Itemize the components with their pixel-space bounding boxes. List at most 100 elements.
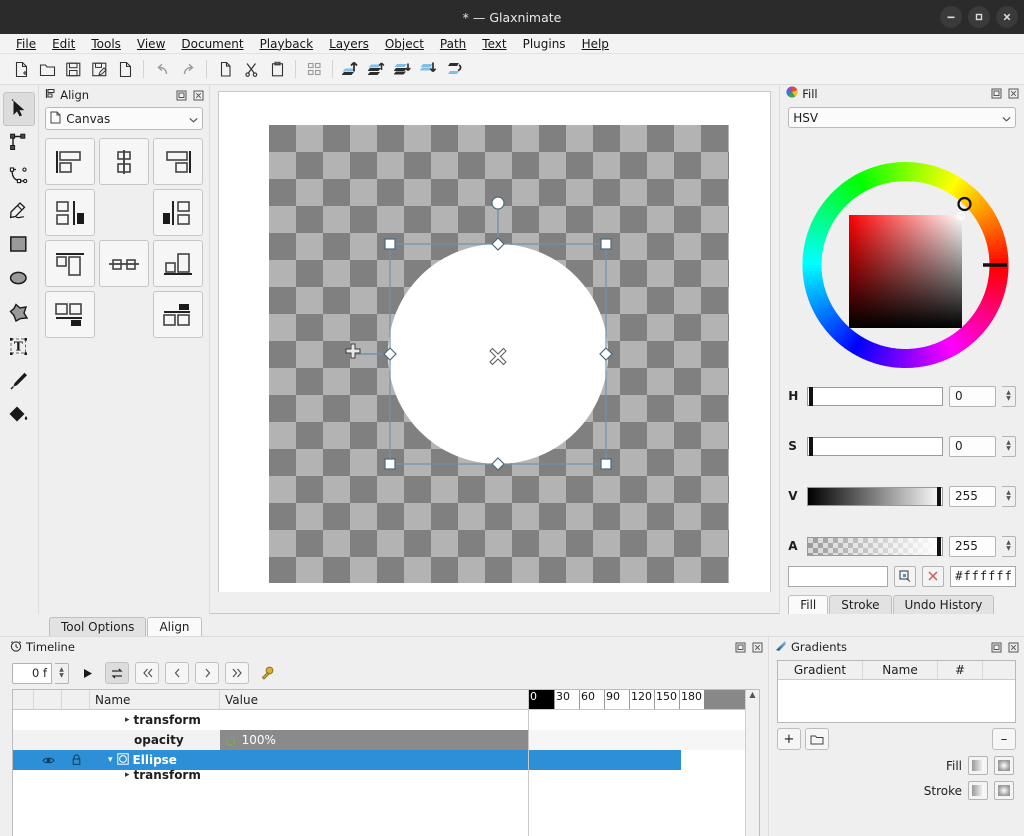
close-panel-icon[interactable] bbox=[1007, 87, 1020, 100]
value-value-field[interactable]: 255 bbox=[949, 485, 996, 507]
alpha-value-field[interactable]: 255 bbox=[949, 535, 996, 557]
close-panel-icon[interactable] bbox=[1007, 641, 1020, 654]
align-left-edges-button[interactable] bbox=[45, 138, 96, 185]
table-row[interactable]: ▸ transform bbox=[13, 770, 528, 780]
copy-icon[interactable] bbox=[212, 57, 238, 81]
previous-frame-button[interactable] bbox=[165, 662, 189, 684]
menu-file[interactable]: File bbox=[8, 35, 44, 53]
align-right-edges-button[interactable] bbox=[153, 138, 204, 185]
saturation-slider-knob[interactable] bbox=[809, 436, 814, 456]
value-slider-knob[interactable] bbox=[937, 486, 941, 506]
paste-icon[interactable] bbox=[264, 57, 290, 81]
select-tool[interactable] bbox=[3, 92, 36, 126]
float-panel-icon[interactable] bbox=[990, 87, 1003, 100]
minimize-button[interactable] bbox=[940, 6, 962, 28]
table-row[interactable]: opacity ○ 100% bbox=[13, 730, 528, 750]
edit-nodes-tool[interactable] bbox=[3, 126, 35, 160]
table-row[interactable]: ▾ Ellipse bbox=[13, 750, 528, 770]
add-keyframe-button[interactable] bbox=[255, 662, 279, 684]
linear-gradient-fill-button[interactable] bbox=[968, 756, 988, 775]
distribute-right-button[interactable] bbox=[153, 189, 204, 236]
align-horizontal-centers-button[interactable] bbox=[99, 138, 150, 185]
open-folder-icon[interactable] bbox=[34, 57, 60, 81]
align-top-edges-button[interactable] bbox=[45, 240, 96, 287]
track-row-transform[interactable] bbox=[529, 710, 745, 730]
distribute-bottom-button[interactable] bbox=[153, 291, 204, 338]
menu-layers[interactable]: Layers bbox=[321, 35, 377, 53]
hex-color-field[interactable]: #ffffff bbox=[950, 565, 1016, 587]
menu-edit[interactable]: Edit bbox=[44, 35, 83, 53]
close-panel-icon[interactable] bbox=[192, 89, 205, 102]
remove-gradient-button[interactable]: – bbox=[992, 728, 1016, 750]
align-vertical-centers-button[interactable] bbox=[99, 240, 150, 287]
hue-slider-track[interactable] bbox=[807, 386, 943, 406]
current-frame-stepper[interactable]: ▲ ▼ bbox=[55, 662, 69, 684]
hue-slider-knob[interactable] bbox=[809, 386, 814, 406]
alpha-slider-track[interactable] bbox=[807, 536, 943, 556]
menu-playback[interactable]: Playback bbox=[252, 35, 322, 53]
visibility-toggle-icon[interactable] bbox=[34, 755, 62, 766]
play-button[interactable] bbox=[75, 662, 99, 684]
new-file-icon[interactable] bbox=[8, 57, 34, 81]
tab-stroke[interactable]: Stroke bbox=[829, 595, 892, 614]
menu-help[interactable]: Help bbox=[574, 35, 617, 53]
float-panel-icon[interactable] bbox=[734, 641, 747, 654]
current-color-swatch[interactable] bbox=[788, 565, 889, 587]
ellipse-tool[interactable] bbox=[3, 262, 35, 296]
color-mode-combo[interactable]: HSV bbox=[788, 107, 1016, 129]
track-row-ellipse[interactable] bbox=[529, 750, 681, 770]
saturation-slider-track[interactable] bbox=[807, 436, 943, 456]
expand-arrow-icon[interactable]: ▸ bbox=[125, 770, 130, 780]
rectangle-tool[interactable] bbox=[3, 228, 35, 262]
align-relative-to-combo[interactable]: Canvas bbox=[45, 107, 204, 130]
fill-tool[interactable] bbox=[3, 398, 35, 432]
export-icon[interactable] bbox=[112, 57, 138, 81]
float-panel-icon[interactable] bbox=[990, 641, 1003, 654]
table-row[interactable]: ▸ transform bbox=[13, 710, 528, 730]
linear-gradient-stroke-button[interactable] bbox=[968, 781, 988, 800]
draw-freehand-tool[interactable] bbox=[3, 194, 35, 228]
close-panel-icon[interactable] bbox=[751, 641, 764, 654]
timeline-scrollbar[interactable]: ▲ ▼ bbox=[745, 690, 759, 836]
value-stepper[interactable]: ▲ ▼ bbox=[1002, 485, 1016, 507]
menu-view[interactable]: View bbox=[129, 35, 173, 53]
timeline-track-area[interactable]: 0 30 60 90 120 150 180 bbox=[529, 690, 745, 836]
saturation-stepper[interactable]: ▲ ▼ bbox=[1002, 435, 1016, 457]
tab-fill[interactable]: Fill bbox=[788, 595, 829, 614]
lower-icon[interactable] bbox=[390, 57, 416, 81]
timeline-ruler[interactable]: 0 30 60 90 120 150 180 bbox=[529, 690, 745, 710]
text-tool[interactable]: T bbox=[3, 330, 35, 364]
menu-document[interactable]: Document bbox=[173, 35, 251, 53]
save-as-icon[interactable] bbox=[86, 57, 112, 81]
group-icon[interactable] bbox=[442, 57, 468, 81]
track-row-opacity[interactable] bbox=[529, 730, 745, 750]
cut-icon[interactable] bbox=[238, 57, 264, 81]
align-bottom-edges-button[interactable] bbox=[153, 240, 204, 287]
add-gradient-button[interactable]: + bbox=[777, 728, 801, 750]
tab-align[interactable]: Align bbox=[147, 617, 202, 636]
raise-to-top-icon[interactable] bbox=[338, 57, 364, 81]
menu-tools[interactable]: Tools bbox=[83, 35, 129, 53]
menu-plugins[interactable]: Plugins bbox=[515, 35, 574, 53]
next-frame-button[interactable] bbox=[195, 662, 219, 684]
tab-tool-options[interactable]: Tool Options bbox=[49, 617, 147, 636]
radial-gradient-stroke-button[interactable] bbox=[994, 781, 1014, 800]
color-wheel-widget[interactable] bbox=[780, 128, 1024, 380]
alpha-slider-knob[interactable] bbox=[937, 536, 941, 556]
star-tool[interactable] bbox=[3, 296, 35, 330]
clear-color-icon[interactable] bbox=[922, 565, 945, 587]
distribute-top-button[interactable] bbox=[45, 291, 96, 338]
go-to-start-button[interactable] bbox=[135, 662, 159, 684]
alpha-stepper[interactable]: ▲ ▼ bbox=[1002, 535, 1016, 557]
undo-icon[interactable] bbox=[149, 57, 175, 81]
loop-button[interactable] bbox=[105, 662, 129, 684]
radial-gradient-fill-button[interactable] bbox=[994, 756, 1014, 775]
distribute-left-button[interactable] bbox=[45, 189, 96, 236]
pick-screen-color-icon[interactable] bbox=[894, 565, 917, 587]
menu-object[interactable]: Object bbox=[377, 35, 432, 53]
expand-arrow-icon[interactable]: ▸ bbox=[90, 715, 130, 725]
canvas-viewport[interactable] bbox=[218, 91, 772, 607]
tab-undo-history[interactable]: Undo History bbox=[892, 595, 995, 614]
gradients-table[interactable]: Gradient Name # bbox=[777, 660, 1016, 723]
menu-path[interactable]: Path bbox=[432, 35, 474, 53]
